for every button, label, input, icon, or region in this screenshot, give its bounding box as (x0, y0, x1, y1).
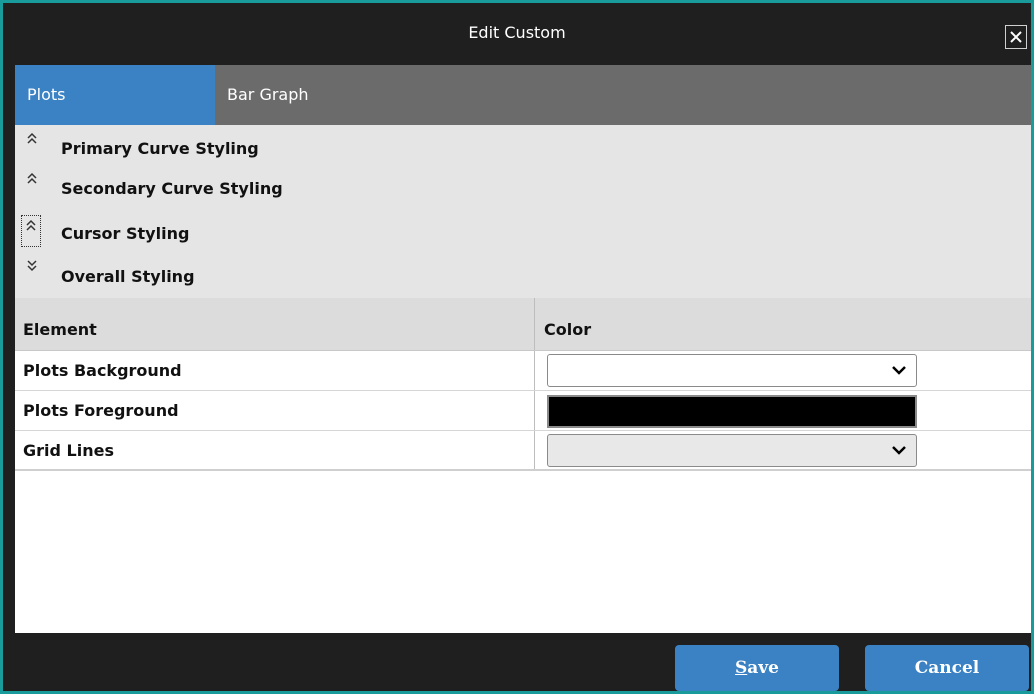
table-row[interactable]: Grid Lines (15, 431, 1031, 471)
table-row[interactable]: Plots Foreground (15, 391, 1031, 431)
edit-custom-dialog: Edit Custom Plots Bar Graph Primary Curv… (0, 0, 1034, 694)
tab-content: Primary Curve Styling Secondary Curve St… (15, 125, 1031, 633)
section-primary-curve-styling[interactable]: Primary Curve Styling (15, 125, 1031, 165)
styling-sections: Primary Curve Styling Secondary Curve St… (15, 125, 1031, 298)
section-label: Primary Curve Styling (61, 139, 259, 158)
color-swatch[interactable] (547, 395, 917, 428)
table-header: Element Color (15, 298, 1031, 351)
section-label: Cursor Styling (61, 224, 190, 243)
section-label: Secondary Curve Styling (61, 179, 283, 198)
column-header-element: Element (23, 320, 97, 339)
column-divider (534, 431, 535, 469)
save-button-label: Save (735, 658, 779, 678)
column-divider[interactable] (534, 298, 535, 350)
element-name: Plots Background (23, 361, 182, 380)
cancel-button-label: Cancel (914, 658, 980, 678)
tab-plots[interactable]: Plots (15, 65, 215, 125)
section-label: Overall Styling (61, 267, 195, 286)
window-title: Edit Custom (468, 23, 566, 42)
column-divider (534, 391, 535, 430)
color-dropdown[interactable] (547, 434, 917, 467)
title-bar[interactable]: Edit Custom (3, 3, 1031, 63)
section-secondary-curve-styling[interactable]: Secondary Curve Styling (15, 165, 1031, 205)
save-button[interactable]: Save (675, 645, 839, 691)
close-button[interactable] (1005, 25, 1027, 49)
color-dropdown[interactable] (547, 354, 917, 387)
element-name: Plots Foreground (23, 401, 179, 420)
element-name: Grid Lines (23, 441, 114, 460)
chevron-double-down-icon[interactable] (23, 257, 41, 275)
chevron-down-icon (892, 366, 906, 375)
chevron-double-up-icon[interactable] (23, 169, 41, 187)
section-cursor-styling[interactable]: Cursor Styling (15, 211, 1031, 251)
chevron-down-icon (892, 446, 906, 455)
tab-bar-graph[interactable]: Bar Graph (215, 65, 415, 125)
close-icon (1010, 31, 1022, 43)
chevron-double-up-icon[interactable] (23, 129, 41, 147)
tab-bar: Plots Bar Graph (15, 65, 1031, 125)
dialog-footer: Save Cancel (3, 633, 1031, 691)
section-overall-styling[interactable]: Overall Styling (15, 253, 1031, 293)
cancel-button[interactable]: Cancel (865, 645, 1029, 691)
overall-styling-table: Element Color Plots Background Plots For… (15, 298, 1031, 471)
table-row[interactable]: Plots Background (15, 351, 1031, 391)
chevron-double-up-icon[interactable] (21, 215, 41, 247)
column-header-color: Color (544, 320, 592, 339)
column-divider (534, 351, 535, 390)
